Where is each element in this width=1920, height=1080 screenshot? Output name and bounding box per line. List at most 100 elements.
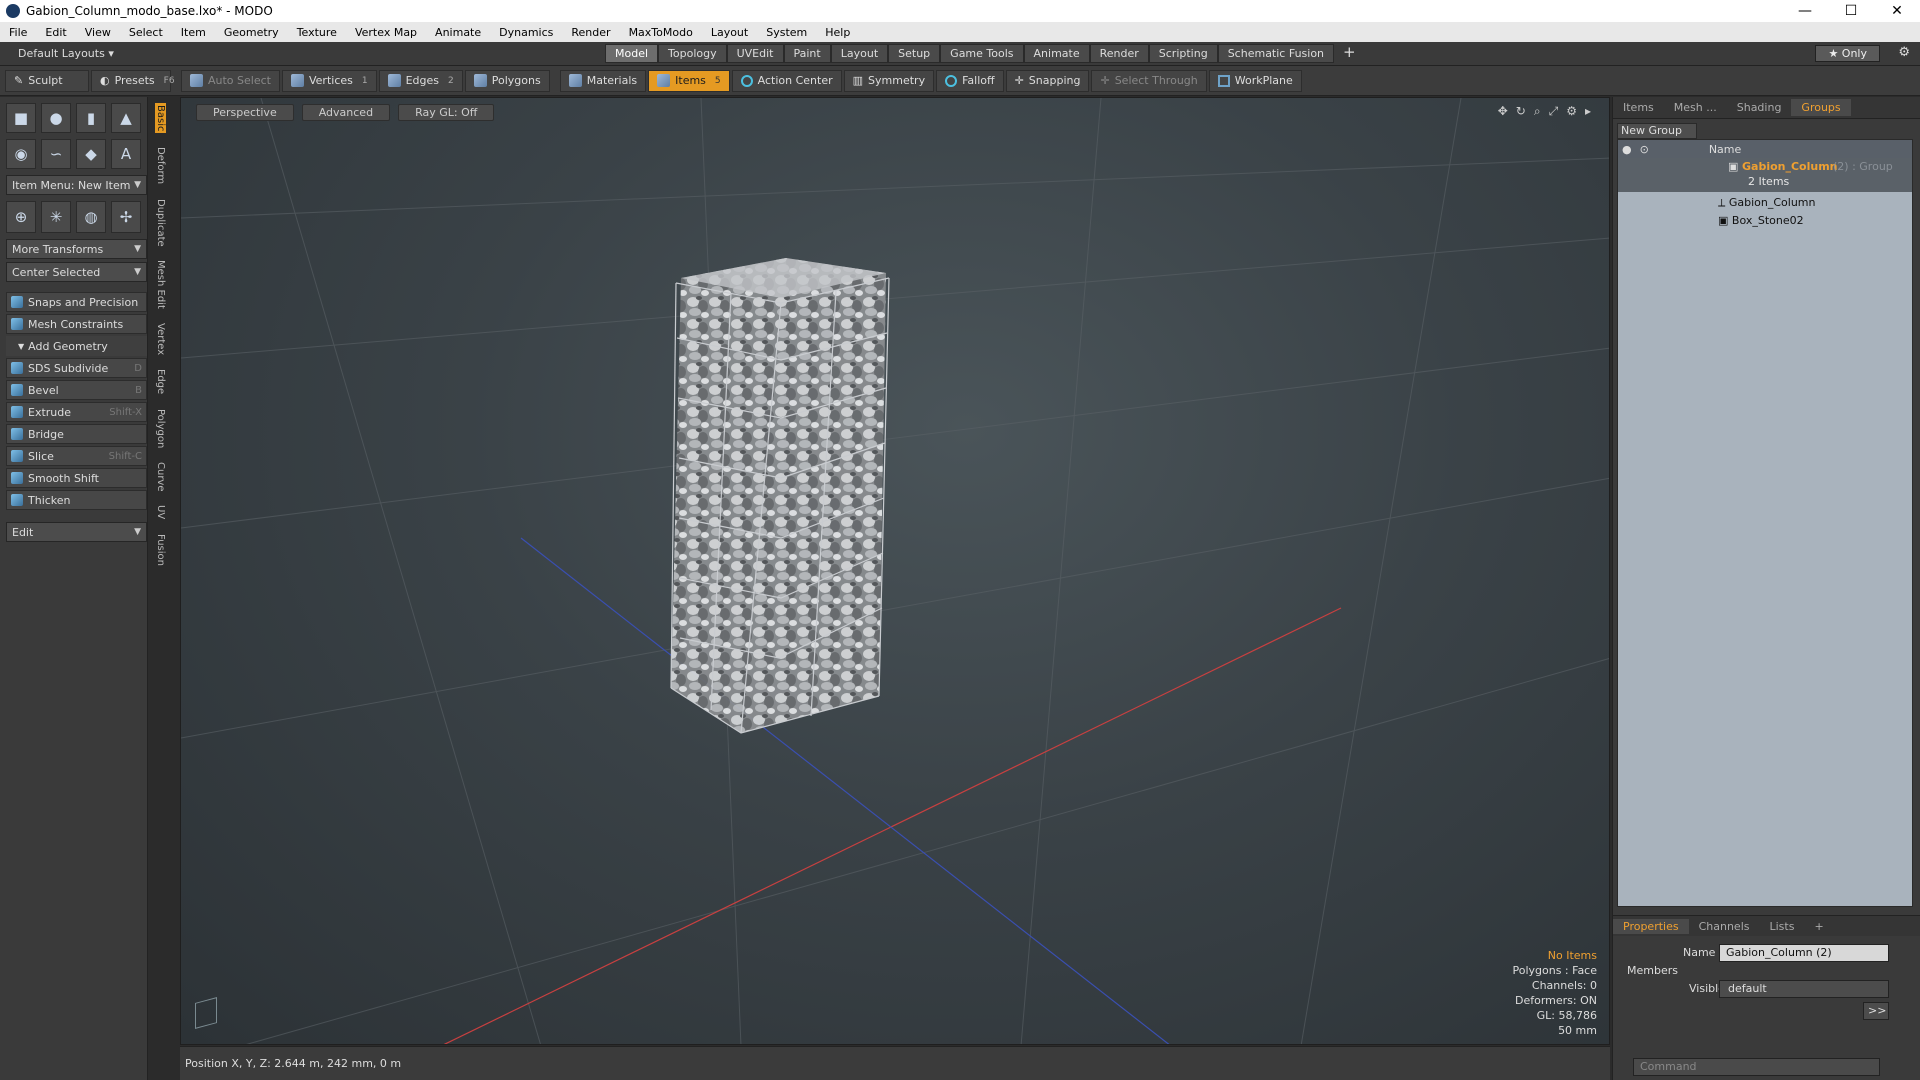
action-center-button[interactable]: Action Center <box>731 69 842 92</box>
menu-help[interactable]: Help <box>816 26 859 39</box>
scale-tool-icon[interactable]: ◍ <box>76 201 106 233</box>
thicken-button[interactable]: Thicken <box>6 490 147 510</box>
visible-dropdown[interactable]: default <box>1719 980 1889 998</box>
tab-game-tools[interactable]: Game Tools <box>940 44 1024 63</box>
add-geometry-header[interactable]: ▼ Add Geometry <box>6 336 147 356</box>
move-tool-icon[interactable]: ⊕ <box>6 201 36 233</box>
zoom-icon[interactable]: ⌕ <box>1534 104 1541 119</box>
rotate-view-icon[interactable]: ↻ <box>1516 104 1526 119</box>
snapping-button[interactable]: ✛ Snapping <box>1005 69 1090 92</box>
members-section[interactable]: Members <box>1627 964 1678 977</box>
presets-button[interactable]: ◐ Presets F6 <box>91 69 175 92</box>
vtab-polygon[interactable]: Polygon <box>155 409 166 448</box>
text-primitive-icon[interactable]: A <box>111 139 141 169</box>
cube-primitive-icon[interactable]: ■ <box>6 103 36 133</box>
raygl-button[interactable]: Ray GL: Off <box>398 104 495 121</box>
cone-primitive-icon[interactable]: ▲ <box>111 103 141 133</box>
menu-dynamics[interactable]: Dynamics <box>490 26 562 39</box>
transform-tool-icon[interactable]: ✢ <box>111 201 141 233</box>
add-tab-button[interactable]: + <box>1804 919 1833 934</box>
vtab-uv[interactable]: UV <box>155 505 166 519</box>
bridge-button[interactable]: Bridge <box>6 424 147 444</box>
tab-shading[interactable]: Shading <box>1727 99 1792 116</box>
vtab-duplicate[interactable]: Duplicate <box>155 199 166 247</box>
pan-icon[interactable]: ✥ <box>1498 104 1508 119</box>
auto-select-button[interactable]: Auto Select <box>181 69 280 92</box>
slice-button[interactable]: Slice Shift-C <box>6 446 147 466</box>
menu-layout[interactable]: Layout <box>702 26 757 39</box>
torus-primitive-icon[interactable]: ◉ <box>6 139 36 169</box>
vertices-button[interactable]: Vertices 1 <box>281 69 377 92</box>
tab-mesh[interactable]: Mesh ... <box>1664 99 1727 116</box>
menu-animate[interactable]: Animate <box>426 26 490 39</box>
close-button[interactable]: ✕ <box>1874 3 1920 19</box>
center-selected-dropdown[interactable]: Center Selected ▼ <box>6 262 147 282</box>
select-through-button[interactable]: ✛ Select Through <box>1091 69 1207 92</box>
items-button[interactable]: Items 5 <box>648 69 730 92</box>
bevel-button[interactable]: Bevel B <box>6 380 147 400</box>
tab-channels[interactable]: Channels <box>1689 919 1760 934</box>
more-transforms-dropdown[interactable]: More Transforms ▼ <box>6 239 147 259</box>
tab-groups[interactable]: Groups <box>1791 99 1851 116</box>
menu-geometry[interactable]: Geometry <box>215 26 288 39</box>
tab-setup[interactable]: Setup <box>888 44 941 63</box>
sds-subdivide-button[interactable]: SDS Subdivide D <box>6 358 147 378</box>
tab-paint[interactable]: Paint <box>783 44 831 63</box>
vtab-deform[interactable]: Deform <box>155 147 166 184</box>
vtab-mesh-edit[interactable]: Mesh Edit <box>155 260 166 309</box>
tab-model[interactable]: Model <box>605 44 659 63</box>
tab-scripting[interactable]: Scripting <box>1148 44 1218 63</box>
more-button[interactable]: >> <box>1863 1002 1889 1020</box>
menu-vertex-map[interactable]: Vertex Map <box>346 26 426 39</box>
menu-file[interactable]: File <box>0 26 36 39</box>
maximize-button[interactable]: ☐ <box>1828 3 1874 19</box>
snaps-precision-button[interactable]: Snaps and Precision <box>6 292 147 312</box>
tab-items[interactable]: Items <box>1613 99 1664 116</box>
viewport-settings-icon[interactable]: ⚙ <box>1566 104 1577 119</box>
smooth-shift-button[interactable]: Smooth Shift <box>6 468 147 488</box>
tab-render[interactable]: Render <box>1089 44 1149 63</box>
item-menu-dropdown[interactable]: Item Menu: New Item ▼ <box>6 175 147 195</box>
symmetry-button[interactable]: ▥ Symmetry <box>843 69 935 92</box>
menu-render[interactable]: Render <box>562 26 619 39</box>
add-tab-button[interactable]: + <box>1334 44 1365 63</box>
rotate-tool-icon[interactable]: ✳ <box>41 201 71 233</box>
menu-select[interactable]: Select <box>120 26 172 39</box>
shading-mode-button[interactable]: Advanced <box>301 104 391 121</box>
tab-topology[interactable]: Topology <box>658 44 727 63</box>
view-mode-button[interactable]: Perspective <box>196 104 294 121</box>
new-group-button[interactable]: New Group <box>1617 123 1697 139</box>
3d-viewport[interactable]: Perspective Advanced Ray GL: Off ✥ ↻ ⌕ ⤢… <box>180 97 1610 1045</box>
name-field[interactable]: Gabion_Column (2) <box>1719 944 1889 962</box>
tab-properties[interactable]: Properties <box>1613 918 1689 934</box>
tab-schematic-fusion[interactable]: Schematic Fusion <box>1217 44 1335 63</box>
cylinder-primitive-icon[interactable]: ▮ <box>76 103 106 133</box>
viewport-menu-icon[interactable]: ▸ <box>1585 104 1591 119</box>
menu-system[interactable]: System <box>757 26 816 39</box>
materials-button[interactable]: Materials <box>559 69 647 92</box>
list-item[interactable]: ⟂ Gabion_Column <box>1718 196 1815 210</box>
gabion-column-model[interactable] <box>670 258 890 734</box>
group-row[interactable]: ▣ Gabion_Column (2) : Group 2 Items <box>1618 158 1912 192</box>
menu-item[interactable]: Item <box>172 26 215 39</box>
menu-texture[interactable]: Texture <box>288 26 346 39</box>
fit-view-icon[interactable]: ⤢ <box>1549 104 1559 119</box>
extrude-button[interactable]: Extrude Shift-X <box>6 402 147 422</box>
minimize-button[interactable]: — <box>1782 3 1828 19</box>
vtab-fusion[interactable]: Fusion <box>155 534 166 566</box>
edges-button[interactable]: Edges 2 <box>378 69 463 92</box>
list-item[interactable]: ▣ Box_Stone02 <box>1718 214 1804 227</box>
command-input[interactable]: Command <box>1633 1058 1880 1076</box>
gear-icon[interactable]: ⚙ <box>1898 45 1910 60</box>
menu-view[interactable]: View <box>76 26 120 39</box>
vtab-vertex[interactable]: Vertex <box>155 323 166 355</box>
only-button[interactable]: ★ Only <box>1815 45 1880 62</box>
capsule-primitive-icon[interactable]: ◆ <box>76 139 106 169</box>
workplane-button[interactable]: WorkPlane <box>1208 69 1302 92</box>
edit-dropdown[interactable]: Edit ▼ <box>6 522 147 542</box>
tab-lists[interactable]: Lists <box>1760 919 1805 934</box>
pen-tool-icon[interactable]: ∽ <box>41 139 71 169</box>
tab-animate[interactable]: Animate <box>1023 44 1090 63</box>
sphere-primitive-icon[interactable]: ● <box>41 103 71 133</box>
vtab-basic[interactable]: Basic <box>155 103 166 134</box>
